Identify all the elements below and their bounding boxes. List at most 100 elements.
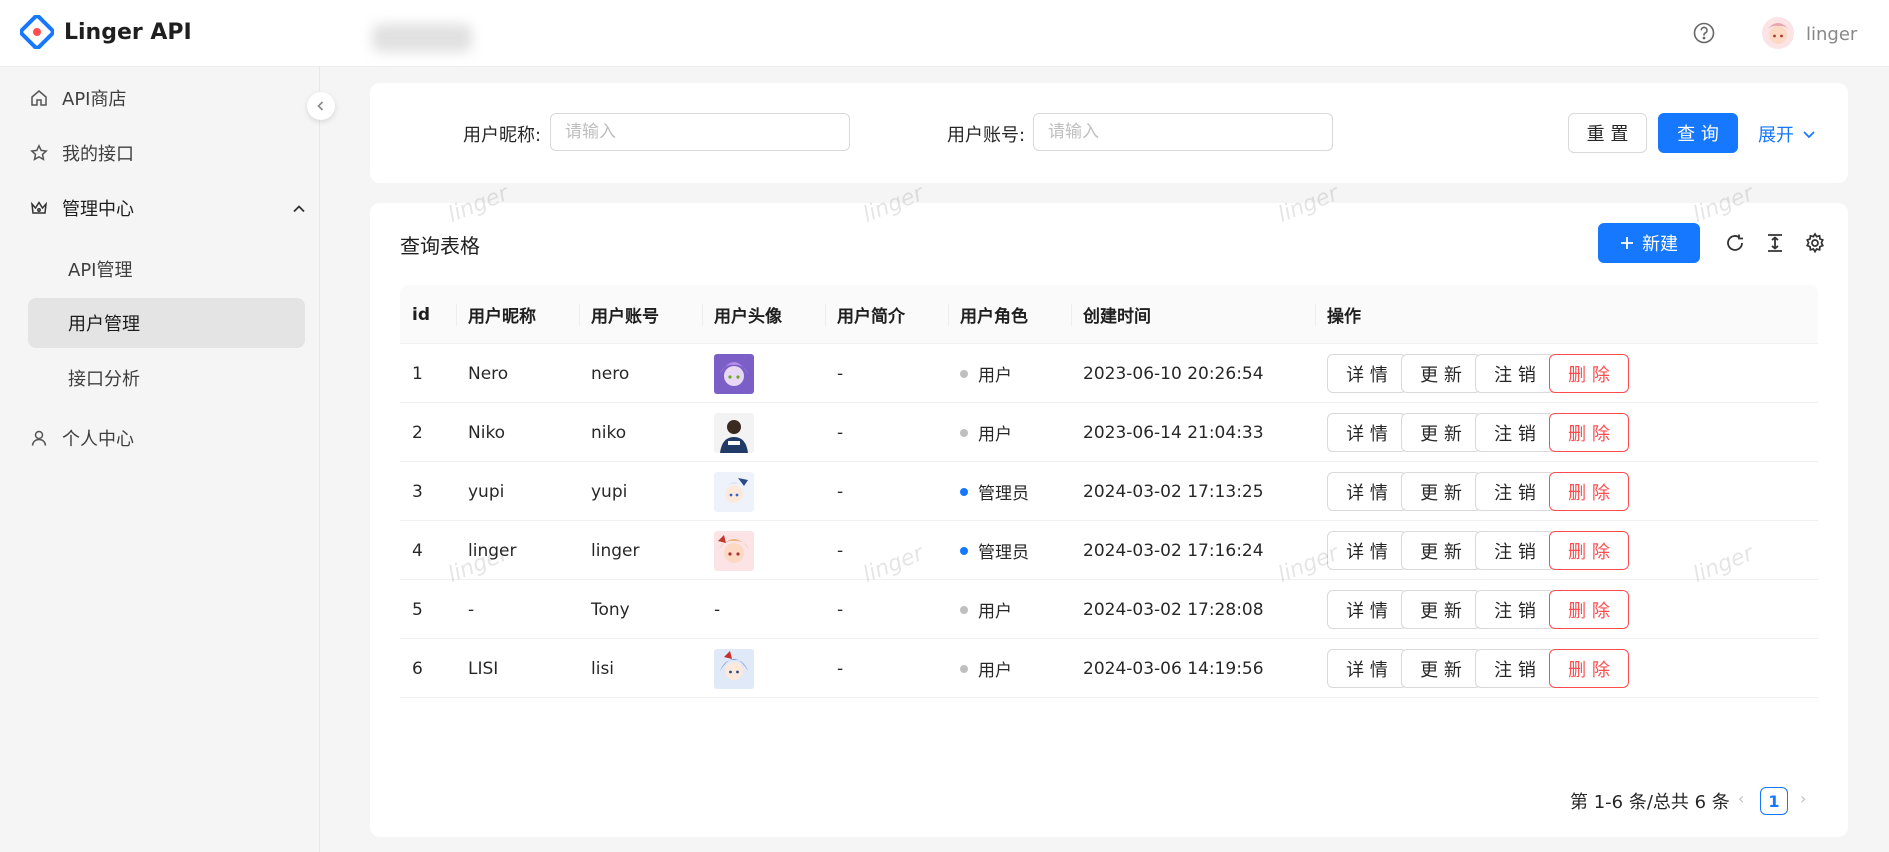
status-dot: [960, 546, 968, 555]
update-button[interactable]: 更 新: [1401, 472, 1481, 511]
update-button[interactable]: 更 新: [1401, 531, 1481, 570]
avatar[interactable]: [714, 471, 754, 512]
role-label: 用户: [978, 425, 1012, 445]
delete-button[interactable]: 删 除: [1549, 590, 1629, 629]
detail-button[interactable]: 详 情: [1327, 354, 1407, 393]
cell-role: 用户: [960, 403, 1012, 462]
cell-role: 用户: [960, 344, 1012, 403]
column-height-icon[interactable]: [1762, 230, 1788, 256]
prev-page-icon[interactable]: ‹: [1738, 789, 1744, 808]
new-button[interactable]: 新建: [1598, 223, 1700, 263]
detail-button[interactable]: 详 情: [1327, 590, 1407, 629]
deactivate-button[interactable]: 注 销: [1475, 590, 1555, 629]
column-divider: [948, 304, 949, 326]
cell-account: nero: [591, 363, 630, 384]
column-header[interactable]: 用户昵称: [468, 285, 536, 344]
detail-button[interactable]: 详 情: [1327, 649, 1407, 688]
sidebar-item-api-store[interactable]: API商店: [28, 73, 306, 123]
avatar[interactable]: [714, 648, 754, 689]
delete-button[interactable]: 删 除: [1549, 354, 1629, 393]
delete-button[interactable]: 删 除: [1549, 649, 1629, 688]
avatar[interactable]: [714, 412, 754, 453]
avatar[interactable]: [1762, 17, 1794, 49]
sidebar-item-label: 接口分析: [68, 369, 140, 390]
column-divider: [1071, 304, 1072, 326]
cell-role: 管理员: [960, 462, 1029, 521]
cell-profile: -: [837, 422, 844, 443]
deactivate-button[interactable]: 注 销: [1475, 354, 1555, 393]
top-header: Linger API linger: [0, 0, 1889, 67]
sidebar-subitem-api-management[interactable]: API管理: [28, 244, 305, 294]
expand-link[interactable]: 展开: [1758, 121, 1816, 147]
page-1-button[interactable]: 1: [1760, 787, 1788, 815]
delete-button[interactable]: 删 除: [1549, 413, 1629, 452]
detail-button[interactable]: 详 情: [1327, 531, 1407, 570]
cell-id: 4: [412, 540, 423, 561]
avatar[interactable]: [714, 530, 754, 571]
user-name[interactable]: linger: [1806, 24, 1857, 45]
table-row: 6 LISI lisi - 用户 2024-03-06 14:19:56 详 情更 新注 销…: [400, 639, 1818, 698]
sidebar-subitem-user-management[interactable]: 用户管理: [28, 298, 305, 348]
query-button[interactable]: 查 询: [1658, 113, 1738, 153]
column-divider: [702, 304, 703, 326]
cell-role: 用户: [960, 580, 1012, 639]
column-header[interactable]: 创建时间: [1083, 285, 1151, 344]
update-button[interactable]: 更 新: [1401, 590, 1481, 629]
cell-role: 用户: [960, 639, 1012, 698]
detail-button[interactable]: 详 情: [1327, 413, 1407, 452]
column-header[interactable]: id: [412, 285, 430, 344]
column-header[interactable]: 用户头像: [714, 285, 782, 344]
avatar[interactable]: [714, 353, 754, 394]
nickname-input[interactable]: [550, 113, 850, 151]
deactivate-button[interactable]: 注 销: [1475, 413, 1555, 452]
sidebar-subitem-interface-analysis[interactable]: 接口分析: [28, 353, 305, 403]
reset-button[interactable]: 重 置: [1568, 113, 1647, 153]
gear-icon[interactable]: [1802, 230, 1828, 256]
sidebar-item-my-interfaces[interactable]: 我的接口: [28, 128, 306, 178]
delete-button[interactable]: 删 除: [1549, 531, 1629, 570]
role-label: 用户: [978, 366, 1012, 386]
update-button[interactable]: 更 新: [1401, 354, 1481, 393]
cell-account: linger: [591, 540, 640, 561]
sidebar-collapse-button[interactable]: [307, 92, 335, 120]
cell-role: 管理员: [960, 521, 1029, 580]
sidebar-item-personal-center[interactable]: 个人中心: [28, 413, 306, 463]
delete-button[interactable]: 删 除: [1549, 472, 1629, 511]
table-title: 查询表格: [400, 234, 480, 258]
column-divider: [825, 304, 826, 326]
chevron-left-icon: [317, 101, 324, 111]
column-header[interactable]: 用户简介: [837, 285, 905, 344]
column-divider: [1315, 304, 1316, 326]
sidebar-item-label: 管理中心: [62, 199, 134, 220]
role-label: 用户: [978, 602, 1012, 622]
app-logo[interactable]: Linger API: [20, 15, 192, 49]
reload-icon[interactable]: [1722, 230, 1748, 256]
deactivate-button[interactable]: 注 销: [1475, 472, 1555, 511]
cell-profile: -: [837, 599, 844, 620]
sidebar-item-admin-center[interactable]: 管理中心: [28, 183, 306, 233]
account-input[interactable]: [1033, 113, 1333, 151]
question-circle-icon[interactable]: [1692, 21, 1716, 45]
sidebar-item-label: 个人中心: [62, 429, 134, 450]
column-header[interactable]: 用户角色: [960, 285, 1028, 344]
update-button[interactable]: 更 新: [1401, 413, 1481, 452]
column-header[interactable]: 操作: [1327, 285, 1361, 344]
update-button[interactable]: 更 新: [1401, 649, 1481, 688]
deactivate-button[interactable]: 注 销: [1475, 531, 1555, 570]
status-dot: [960, 487, 968, 496]
cell-nickname: Niko: [468, 422, 506, 443]
deactivate-button[interactable]: 注 销: [1475, 649, 1555, 688]
cell-id: 2: [412, 422, 423, 443]
table-row: 1 Nero nero - 用户 2023-06-10 20:26:54 详 情更 新注 销…: [400, 344, 1818, 403]
cell-created-time: 2024-03-02 17:16:24: [1083, 540, 1264, 561]
table-row: 5 - Tony - - 用户 2024-03-02 17:28:08 详 情更 新注 销删 …: [400, 580, 1818, 639]
status-dot: [960, 369, 968, 378]
table-row: 3 yupi yupi - 管理员 2024-03-02 17:13:25 详 情更 新注 …: [400, 462, 1818, 521]
next-page-icon[interactable]: ›: [1800, 789, 1806, 808]
star-icon: [28, 142, 50, 164]
detail-button[interactable]: 详 情: [1327, 472, 1407, 511]
cell-profile: -: [837, 540, 844, 561]
cell-avatar: [714, 403, 754, 462]
cell-id: 5: [412, 599, 423, 620]
column-header[interactable]: 用户账号: [591, 285, 659, 344]
